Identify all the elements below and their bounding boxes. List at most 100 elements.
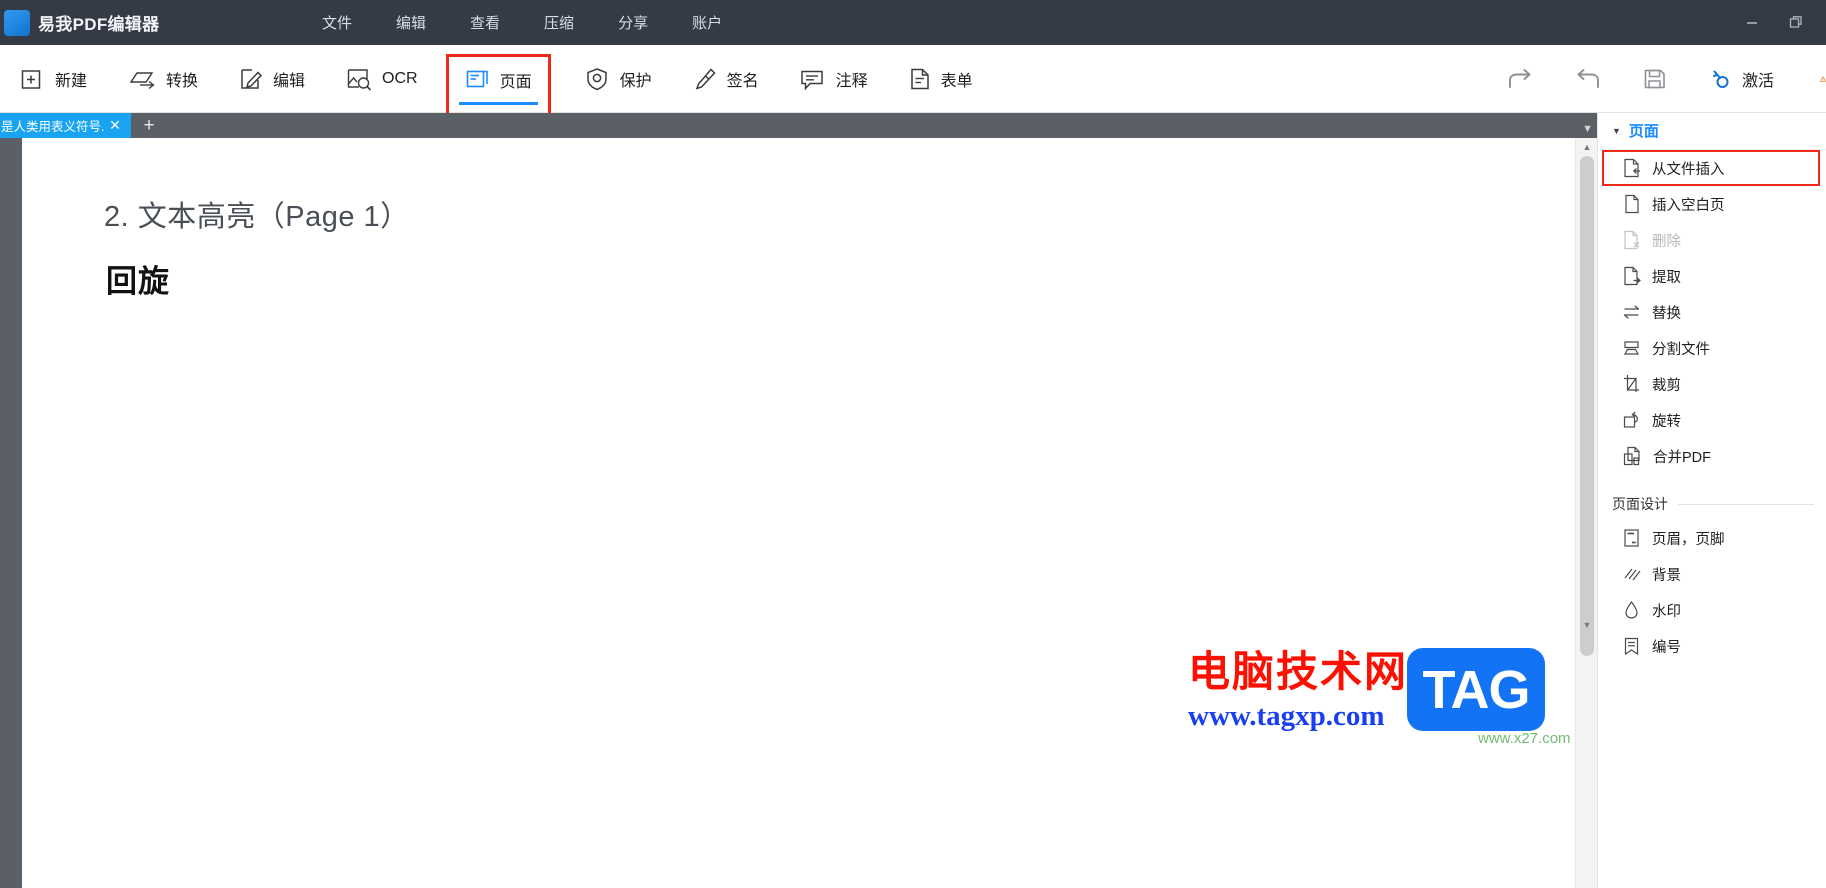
- chevron-down-icon[interactable]: ▼: [1582, 123, 1593, 135]
- toolbar-ocr[interactable]: OCR: [331, 58, 432, 100]
- ocr-magnifier-icon: [347, 68, 372, 91]
- document-tab-title: 是人类用表义符号...: [1, 120, 105, 134]
- menu-edit[interactable]: 编辑: [374, 6, 448, 39]
- sidebar-item-label: 旋转: [1652, 413, 1681, 430]
- edit-pencil-icon: [241, 68, 263, 89]
- undo-arrow-icon: [1577, 68, 1599, 88]
- tab-strip: 是人类用表义符号... ✕ + ▼: [0, 113, 1597, 138]
- merge-pdf-icon: [1623, 446, 1640, 466]
- blank-page-icon: [1625, 194, 1639, 214]
- toolbar-comment-label: 注释: [835, 72, 868, 90]
- toolbar-ocr-label: OCR: [382, 69, 418, 87]
- sidebar-item-header-footer[interactable]: 页眉，页脚: [1598, 520, 1826, 556]
- sidebar-item-label: 删除: [1652, 233, 1681, 250]
- menu-file[interactable]: 文件: [300, 6, 374, 39]
- close-icon[interactable]: ✕: [105, 117, 125, 134]
- toolbar-edit[interactable]: 编辑: [224, 58, 319, 100]
- divider: [1678, 503, 1814, 505]
- warning-icon: [1820, 75, 1826, 82]
- caret-down-icon[interactable]: ▼: [1612, 126, 1621, 136]
- document-canvas[interactable]: 2. 文本高亮（Page 1） 回旋: [22, 138, 1575, 888]
- sidebar-item-label: 页眉，页脚: [1652, 531, 1725, 548]
- toolbar-form[interactable]: 表单: [894, 58, 987, 100]
- sidebar-header[interactable]: ▼ 页面: [1598, 113, 1826, 150]
- header-footer-icon: [1624, 529, 1639, 547]
- toolbar-convert[interactable]: 转换: [113, 58, 212, 100]
- sidebar-section-page-design: 页面设计: [1598, 484, 1826, 520]
- toolbar-page-label: 页面: [499, 73, 532, 91]
- minimize-button[interactable]: [1730, 5, 1774, 41]
- toolbar-sign[interactable]: 签名: [678, 58, 773, 100]
- background-icon: [1624, 568, 1641, 581]
- sidebar-item-label: 合并PDF: [1653, 449, 1711, 466]
- sidebar-item-label: 替换: [1652, 305, 1681, 322]
- redo-button[interactable]: [1486, 61, 1554, 97]
- toolbar-protect-label: 保护: [619, 72, 652, 90]
- minimize-icon: [1747, 21, 1757, 24]
- sidebar-item-crop[interactable]: 裁剪: [1598, 366, 1826, 402]
- sidebar-item-numbering[interactable]: 编号: [1598, 628, 1826, 664]
- restore-button[interactable]: [1774, 5, 1818, 41]
- sidebar-item-insert-blank-page[interactable]: 插入空白页: [1598, 186, 1826, 222]
- vertical-scrollbar[interactable]: ▲ ▼: [1575, 138, 1597, 888]
- sidebar-item-split-file[interactable]: 分割文件: [1598, 330, 1826, 366]
- toolbar-page[interactable]: 页面: [445, 53, 551, 118]
- menu-view[interactable]: 查看: [448, 6, 522, 39]
- toolbar-edit-label: 编辑: [273, 72, 306, 90]
- convert-icon: [129, 71, 155, 89]
- swap-arrows-icon: [1623, 305, 1640, 319]
- key-icon: [1712, 70, 1729, 88]
- main-toolbar: 新建 转换 编辑 OCR 页面 保护 签名 注释 表单 激活: [0, 45, 1826, 118]
- save-button[interactable]: [1622, 60, 1688, 98]
- sidebar-item-label: 插入空白页: [1652, 197, 1725, 214]
- activate-button[interactable]: 激活: [1688, 61, 1794, 97]
- undo-button[interactable]: [1554, 61, 1622, 97]
- toolbar-convert-label: 转换: [166, 72, 199, 90]
- document-tab[interactable]: 是人类用表义符号... ✕: [0, 113, 131, 138]
- crop-icon: [1624, 375, 1639, 392]
- caret-down-icon[interactable]: ▼: [1576, 616, 1598, 634]
- toolbar-comment[interactable]: 注释: [785, 58, 882, 100]
- title-bar: 易我PDF编辑器 文件 编辑 查看 压缩 分享 账户: [0, 0, 1826, 45]
- watermark-drop-icon: [1625, 601, 1638, 619]
- toolbar-new[interactable]: 新建: [6, 58, 101, 100]
- active-tool-underline: [458, 101, 538, 105]
- comment-icon: [800, 70, 823, 90]
- sidebar-item-merge-pdf[interactable]: 合并PDF: [1598, 438, 1826, 474]
- sidebar-item-replace[interactable]: 替换: [1598, 294, 1826, 330]
- warning-button[interactable]: [1810, 66, 1826, 92]
- shield-icon: [586, 67, 607, 90]
- caret-up-icon[interactable]: ▲: [1576, 138, 1598, 156]
- page-delete-icon: [1624, 230, 1640, 250]
- sidebar-item-label: 从文件插入: [1652, 161, 1725, 178]
- menu-share[interactable]: 分享: [596, 6, 670, 39]
- sidebar-item-background[interactable]: 背景: [1598, 556, 1826, 592]
- scrollbar-thumb[interactable]: [1580, 156, 1594, 656]
- numbering-icon: [1624, 637, 1639, 656]
- form-document-icon: [910, 68, 929, 89]
- sidebar-item-label: 水印: [1652, 603, 1681, 620]
- page-extract-icon: [1624, 266, 1641, 286]
- sidebar-item-insert-from-file[interactable]: 从文件插入: [1602, 150, 1820, 186]
- sidebar-item-rotate[interactable]: 旋转: [1598, 402, 1826, 438]
- toolbar-new-label: 新建: [55, 72, 88, 90]
- toolbar-right-group: 激活: [1486, 60, 1826, 98]
- sidebar-item-extract[interactable]: 提取: [1598, 258, 1826, 294]
- redo-arrow-icon: [1509, 68, 1531, 88]
- window-controls: [1730, 0, 1818, 45]
- sidebar-title: 页面: [1628, 123, 1659, 140]
- new-tab-button[interactable]: +: [131, 113, 167, 138]
- page-icon: [466, 70, 488, 87]
- split-file-icon: [1623, 341, 1640, 355]
- menu-account[interactable]: 账户: [670, 6, 744, 39]
- toolbar-form-label: 表单: [940, 72, 973, 90]
- app-logo-icon: [4, 9, 30, 36]
- sidebar-section-label: 页面设计: [1612, 496, 1668, 512]
- document-heading: 2. 文本高亮（Page 1）: [104, 201, 410, 233]
- toolbar-protect[interactable]: 保护: [571, 58, 666, 100]
- app-title: 易我PDF编辑器: [38, 15, 160, 34]
- insert-from-file-icon: [1624, 158, 1640, 178]
- sidebar-item-watermark[interactable]: 水印: [1598, 592, 1826, 628]
- menu-compress[interactable]: 压缩: [522, 6, 596, 39]
- left-gutter: [0, 138, 22, 888]
